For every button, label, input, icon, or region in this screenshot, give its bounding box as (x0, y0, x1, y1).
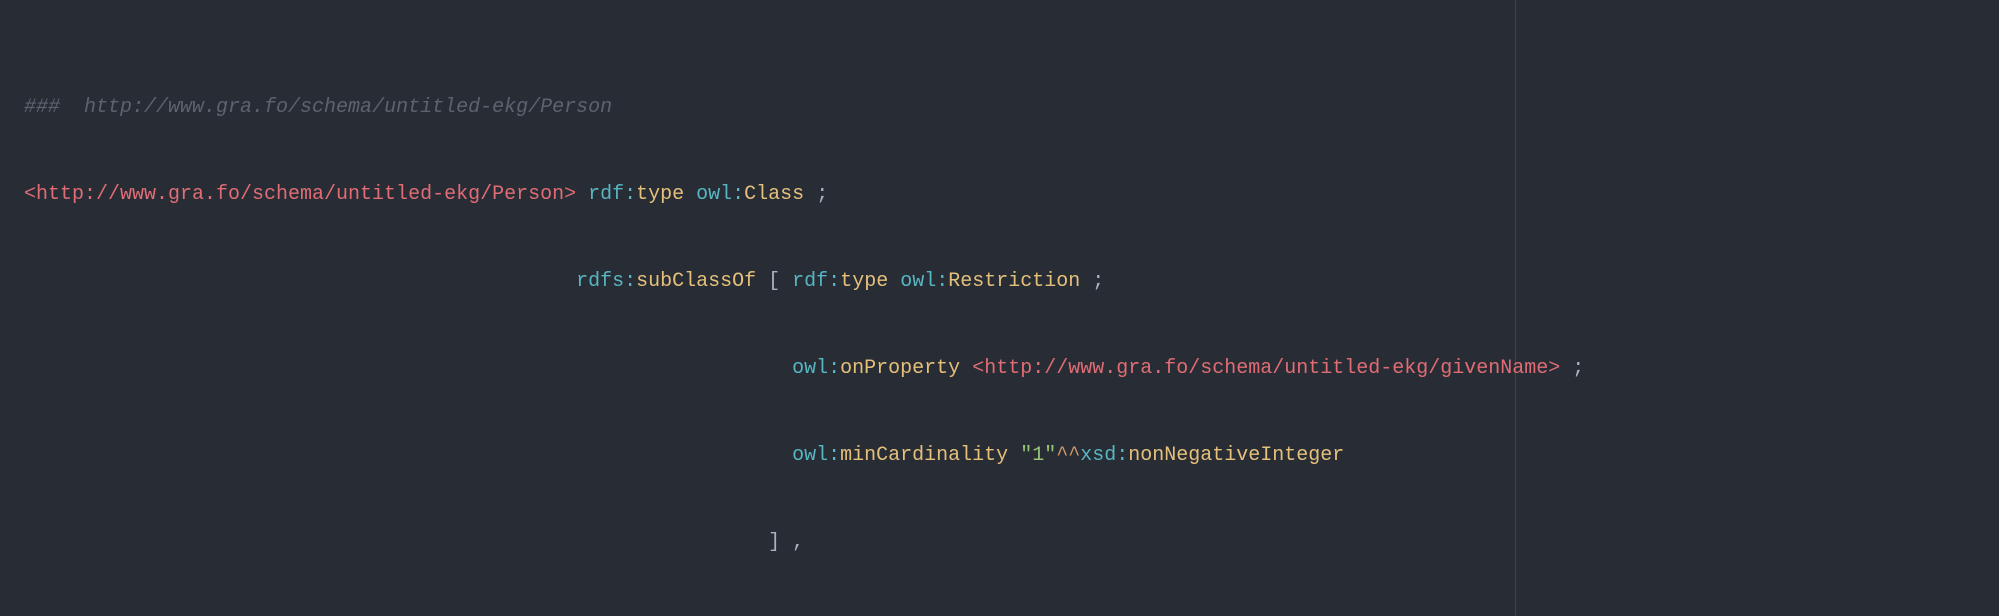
code-line: owl:onProperty <http://www.gra.fo/schema… (24, 354, 1999, 383)
editor-ruler (1515, 0, 1516, 616)
comment-marker: ### (24, 96, 84, 119)
comment-text: http://www.gra.fo/schema/untitled-ekg/Pe… (84, 96, 612, 119)
property-iri: <http://www.gra.fo/schema/untitled-ekg/g… (972, 357, 1560, 380)
subject-iri: <http://www.gra.fo/schema/untitled-ekg/P… (24, 183, 576, 206)
code-line: rdfs:subClassOf [ rdf:type owl:Restricti… (24, 267, 1999, 296)
literal-value: "1" (1020, 444, 1056, 467)
code-line: ] , (24, 528, 1999, 557)
code-line: owl:minCardinality "1"^^xsd:nonNegativeI… (24, 441, 1999, 470)
code-editor[interactable]: ### http://www.gra.fo/schema/untitled-ek… (0, 0, 1999, 616)
code-line: <http://www.gra.fo/schema/untitled-ekg/P… (24, 180, 1999, 209)
code-line: ### http://www.gra.fo/schema/untitled-ek… (24, 93, 1999, 122)
